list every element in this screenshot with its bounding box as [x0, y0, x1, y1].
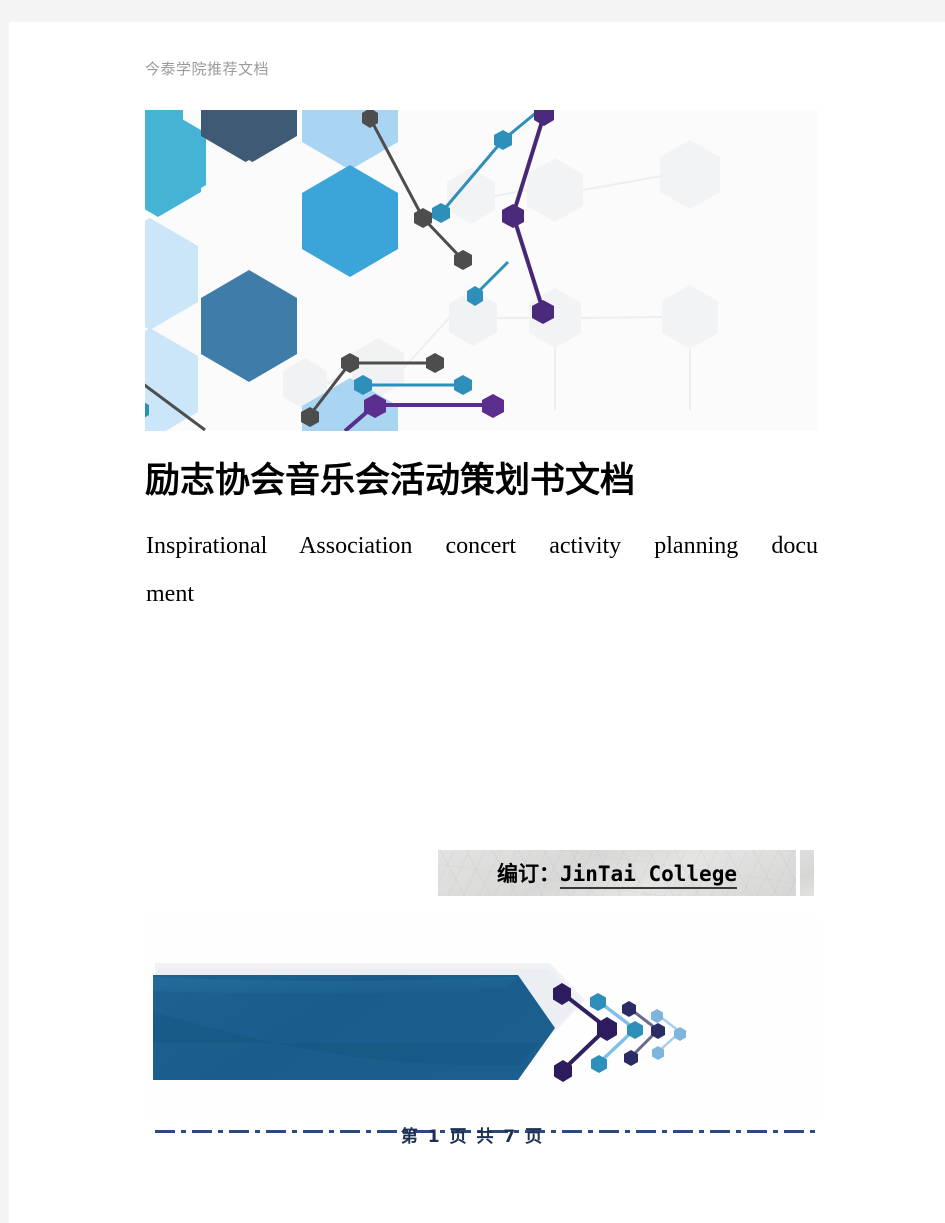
hexagon-network-banner — [145, 110, 818, 431]
arrow-chevron-artwork — [145, 915, 818, 1120]
running-header: 今泰学院推荐文档 — [145, 61, 270, 78]
page-subtitle-line-1: Inspirational Association concert activi… — [146, 533, 818, 559]
page-subtitle: Inspirational Association concert activi… — [146, 522, 818, 618]
editor-name: JinTai College — [559, 862, 737, 889]
editor-credit-plate-tail — [800, 850, 814, 896]
editor-credit-plate: 编订：JinTai College — [438, 850, 796, 896]
document-page: 今泰学院推荐文档 励志协会音乐会活动策划书文档 Inspirational As… — [9, 22, 945, 1223]
footer-page-number: 第 1 页 共 7 页 — [400, 1127, 545, 1147]
blue-arrow-chevron-banner — [145, 915, 818, 1120]
page-subtitle-line-2: ment — [146, 581, 194, 607]
editor-label: 编订： — [496, 862, 560, 886]
page-title: 励志协会音乐会活动策划书文档 — [145, 461, 636, 501]
hexagon-network-artwork — [145, 110, 818, 431]
editor-credit-text: 编订：JinTai College — [496, 858, 737, 889]
